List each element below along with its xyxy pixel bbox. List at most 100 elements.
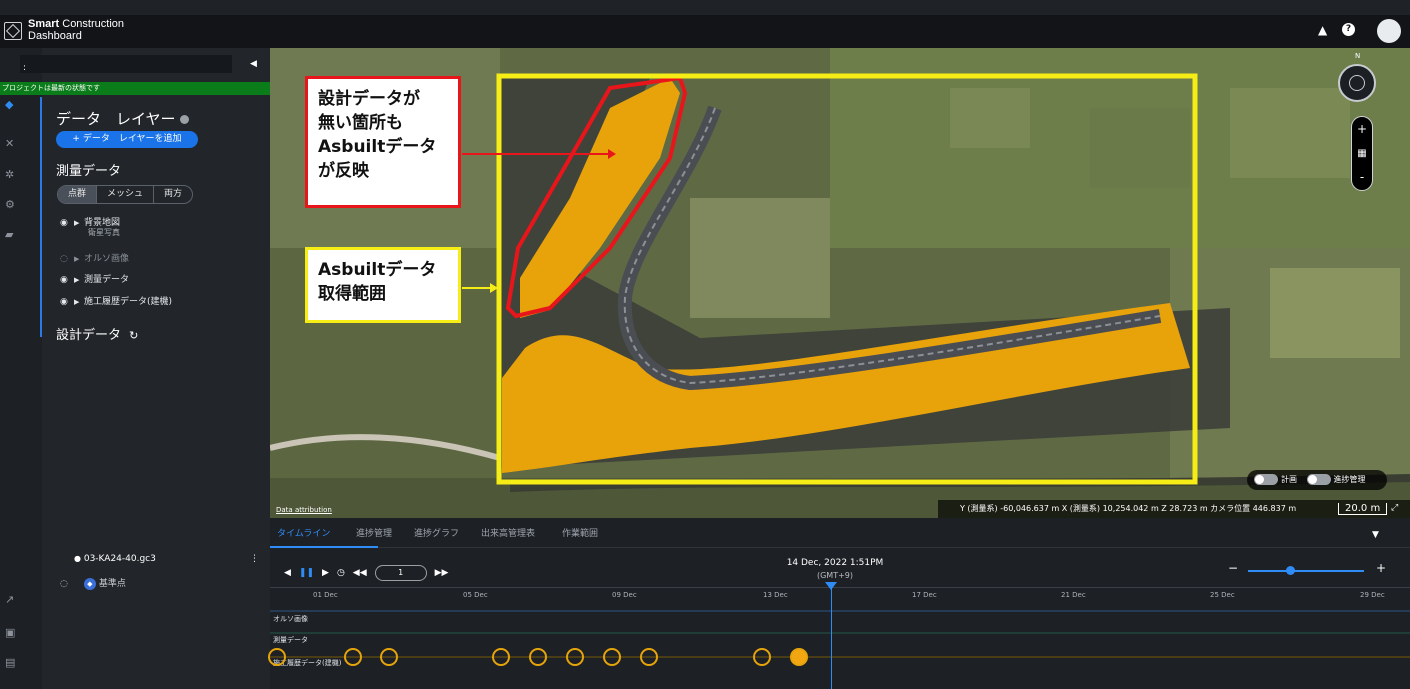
prev-icon[interactable]: ◀ bbox=[284, 568, 291, 578]
tab-work-area[interactable]: 作業範囲 bbox=[562, 526, 598, 539]
slider-thumb[interactable] bbox=[1286, 566, 1295, 575]
tick-label: 09 Dec bbox=[612, 591, 637, 599]
tab-quantity-table[interactable]: 出来高管理表 bbox=[481, 526, 535, 539]
caret-right-icon[interactable]: ▶ bbox=[74, 219, 84, 227]
tab-progress[interactable]: 進捗管理 bbox=[356, 526, 392, 539]
callout-asbuilt-range: Asbuiltデータ 取得範囲 bbox=[305, 247, 461, 323]
view-mode-icon[interactable]: ▦ bbox=[1352, 141, 1372, 167]
design-file-row[interactable]: ● 03-KA24-40.gc3 bbox=[74, 554, 156, 564]
gear-icon[interactable]: ✲ bbox=[5, 168, 14, 181]
timeline-collapse-icon[interactable]: ▼ bbox=[1372, 530, 1379, 540]
timeline-event[interactable] bbox=[380, 648, 398, 666]
timeline-event[interactable] bbox=[640, 648, 658, 666]
track-label-ortho: オルソ画像 bbox=[273, 615, 308, 623]
track-ortho bbox=[270, 610, 1410, 612]
frame-input[interactable]: 1 bbox=[374, 565, 427, 581]
compass-icon[interactable] bbox=[1338, 64, 1376, 102]
eye-icon[interactable]: ◉ bbox=[60, 275, 74, 285]
active-indicator bbox=[40, 97, 42, 337]
external-link-icon[interactable]: ↗ bbox=[5, 593, 14, 606]
project-selector[interactable]: : bbox=[20, 55, 232, 73]
bell-icon[interactable]: ▲ bbox=[1318, 23, 1327, 37]
timeline-event-selected[interactable] bbox=[790, 648, 808, 666]
timezone-label: (GMT+9) bbox=[816, 571, 854, 580]
timeline-event[interactable] bbox=[603, 648, 621, 666]
zoom-out-button[interactable]: - bbox=[1352, 167, 1372, 191]
slider-track[interactable] bbox=[1248, 570, 1364, 572]
timeline-event[interactable] bbox=[344, 648, 362, 666]
pause-icon[interactable]: ❚❚ bbox=[299, 568, 314, 578]
zoom-in-button[interactable]: + bbox=[1352, 117, 1372, 141]
segment-pointcloud[interactable]: 点群 bbox=[58, 186, 98, 203]
current-date: 14 Dec, 2022 1:51PM bbox=[786, 558, 884, 568]
tab-progress-graph[interactable]: 進捗グラフ bbox=[414, 526, 459, 539]
segment-both[interactable]: 両方 bbox=[154, 186, 192, 203]
pin-icon: ● bbox=[74, 554, 81, 563]
time-cursor[interactable] bbox=[831, 587, 832, 689]
help-icon[interactable]: ? bbox=[1342, 23, 1355, 36]
tree-label: オルソ画像 bbox=[84, 254, 130, 264]
eye-icon[interactable]: ◉ bbox=[60, 218, 74, 228]
fullscreen-icon[interactable]: ⤢ bbox=[1391, 503, 1398, 513]
fast-forward-icon[interactable]: ▶▶ bbox=[435, 568, 449, 578]
tab-timeline[interactable]: タイムライン bbox=[277, 526, 330, 539]
eye-icon[interactable]: ◉ bbox=[60, 297, 74, 307]
scale-bar: 20.0 m bbox=[1338, 503, 1388, 515]
zoom-in-icon[interactable]: + bbox=[1376, 561, 1386, 575]
track-survey bbox=[270, 632, 1410, 634]
tree-label: 測量データ bbox=[84, 275, 130, 285]
time-cursor-handle[interactable] bbox=[825, 582, 837, 590]
segment-mesh[interactable]: メッシュ bbox=[97, 186, 155, 203]
caret-right-icon[interactable]: ▶ bbox=[74, 255, 84, 263]
more-menu-icon[interactable]: ⋮ bbox=[250, 554, 259, 564]
timeline-event[interactable] bbox=[753, 648, 771, 666]
rewind-icon[interactable]: ◀◀ bbox=[353, 568, 367, 578]
map-toggles: 計画 進捗管理 bbox=[1247, 470, 1387, 490]
timeline-zoom-slider[interactable]: − + bbox=[1228, 561, 1398, 579]
track-construction bbox=[270, 656, 1410, 658]
avatar[interactable] bbox=[1377, 19, 1401, 43]
plan-toggle-label: 計画 bbox=[1281, 475, 1297, 484]
folder-icon[interactable]: ▰ bbox=[5, 228, 13, 241]
tools-icon[interactable]: ✕ bbox=[5, 137, 14, 150]
tick-label: 29 Dec bbox=[1360, 591, 1385, 599]
status-bar: プロジェクトは最新の状態です bbox=[0, 82, 270, 95]
design-section-title: 設計データ ↻ bbox=[56, 324, 138, 343]
refresh-icon[interactable]: ↻ bbox=[129, 329, 138, 342]
timeline-event[interactable] bbox=[268, 648, 286, 666]
eye-off-icon[interactable]: ◌ bbox=[60, 254, 74, 264]
brand-construction: Construction bbox=[62, 18, 125, 30]
plan-toggle[interactable] bbox=[1254, 474, 1278, 485]
caret-right-icon[interactable]: ▶ bbox=[74, 276, 84, 284]
tree-item-survey[interactable]: ◉ ▶ 測量データ bbox=[60, 272, 129, 285]
brand: Smart Construction Dashboard bbox=[28, 18, 124, 42]
timeline-event[interactable] bbox=[566, 648, 584, 666]
callout-line: 無い箇所も bbox=[318, 113, 403, 133]
clock-icon[interactable]: ◷ bbox=[337, 568, 345, 578]
layers-icon[interactable]: ◆ bbox=[5, 98, 13, 111]
app-logo-icon[interactable] bbox=[4, 22, 22, 40]
progress-toggle-label: 進捗管理 bbox=[1333, 475, 1366, 484]
design-title-text: 設計データ bbox=[56, 328, 122, 343]
file-icon[interactable]: ▤ bbox=[5, 656, 15, 669]
play-icon[interactable]: ▶ bbox=[322, 568, 329, 578]
machine-icon[interactable]: ⚙ bbox=[5, 198, 15, 211]
tree-item-construction-history[interactable]: ◉ ▶ 施工履歴データ(建機) bbox=[60, 294, 172, 307]
timeline-event[interactable] bbox=[529, 648, 547, 666]
tree-item-ortho[interactable]: ◌ ▶ オルソ画像 bbox=[60, 251, 129, 264]
info-icon[interactable] bbox=[180, 115, 190, 124]
tree-sublabel: 衛星写真 bbox=[88, 228, 120, 237]
timeline-event[interactable] bbox=[492, 648, 510, 666]
collapse-panel-icon[interactable]: ◀ bbox=[250, 59, 257, 69]
caret-right-icon[interactable]: ▶ bbox=[74, 298, 84, 306]
view-mode-segment: 点群 メッシュ 両方 bbox=[57, 185, 194, 204]
document-icon[interactable]: ▣ bbox=[5, 626, 15, 639]
eye-off-icon[interactable]: ◌ bbox=[60, 579, 68, 589]
data-attribution-link[interactable]: Data attribution bbox=[276, 506, 332, 514]
progress-toggle[interactable] bbox=[1306, 474, 1331, 485]
app-header: Smart Construction Dashboard ▲ ? bbox=[0, 15, 1410, 48]
brand-dashboard: Dashboard bbox=[28, 30, 82, 42]
zoom-out-icon[interactable]: − bbox=[1228, 561, 1238, 575]
control-point-row[interactable]: ◌ ◆ 基準点 bbox=[60, 576, 126, 590]
add-layer-button[interactable]: + データ レイヤーを追加 bbox=[56, 131, 198, 148]
